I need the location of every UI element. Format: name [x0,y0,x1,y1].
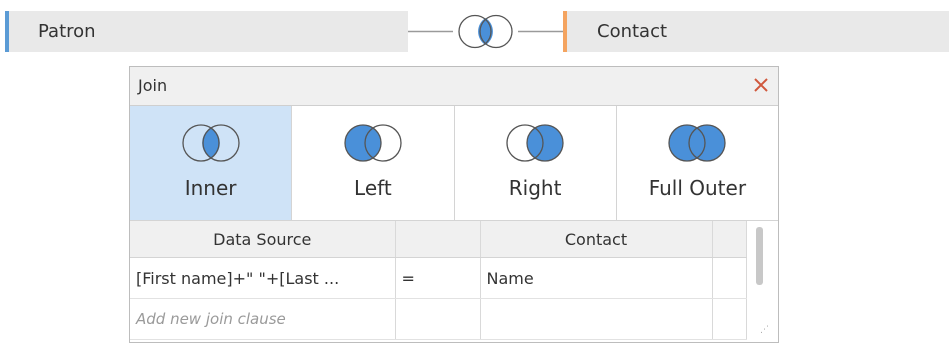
empty-cell [480,298,713,340]
left-join-icon [344,124,402,162]
left-source-header: Data Source [130,221,396,258]
empty-cell [712,298,747,340]
extra-cell [712,257,747,299]
extra-header [712,221,747,258]
dialog-title: Join [138,76,168,95]
join-type-label: Right [508,176,562,200]
resize-grip-icon[interactable]: ⋰ [760,325,769,335]
join-connector-icon[interactable] [408,11,563,52]
right-join-icon [506,124,564,162]
left-field-cell[interactable]: [First name]+" "+[Last ... [130,257,396,299]
left-table-pill[interactable]: Patron [5,11,408,52]
join-clause-table: Data Source Contact [First name]+" "+[La… [130,221,747,340]
join-type-left[interactable]: Left [292,106,455,220]
join-type-label: Left [354,176,392,200]
join-type-selector: Inner Left Right Full Outer [130,106,778,221]
join-type-right[interactable]: Right [454,106,617,220]
join-type-label: Full Outer [648,176,747,200]
left-table-accent [5,11,9,52]
close-icon [754,78,768,92]
close-button[interactable] [748,72,774,98]
right-source-header: Contact [480,221,713,258]
add-clause-row[interactable]: Add new join clause [130,298,747,340]
full-outer-join-icon [668,124,727,162]
left-table-name: Patron [38,21,96,42]
inner-join-icon [181,124,240,162]
join-type-full-outer[interactable]: Full Outer [616,106,778,220]
vertical-scrollbar[interactable] [756,227,763,285]
join-type-label: Inner [184,176,237,200]
operator-header [395,221,481,258]
right-table-accent [563,11,567,52]
join-clause-row[interactable]: [First name]+" "+[Last ... = Name [130,257,747,299]
right-table-name: Contact [597,21,668,42]
clause-header-row: Data Source Contact [130,221,747,258]
dialog-header: Join [130,67,778,106]
join-clause-area: Data Source Contact [First name]+" "+[La… [130,221,778,342]
operator-cell[interactable]: = [395,257,481,299]
add-join-clause[interactable]: Add new join clause [130,298,396,340]
right-field-cell[interactable]: Name [480,257,713,299]
join-type-inner[interactable]: Inner [130,106,293,220]
empty-cell [395,298,481,340]
join-dialog: Join Inner Left Right Full Outer Data So… [129,66,779,343]
right-table-pill[interactable]: Contact [563,11,949,52]
